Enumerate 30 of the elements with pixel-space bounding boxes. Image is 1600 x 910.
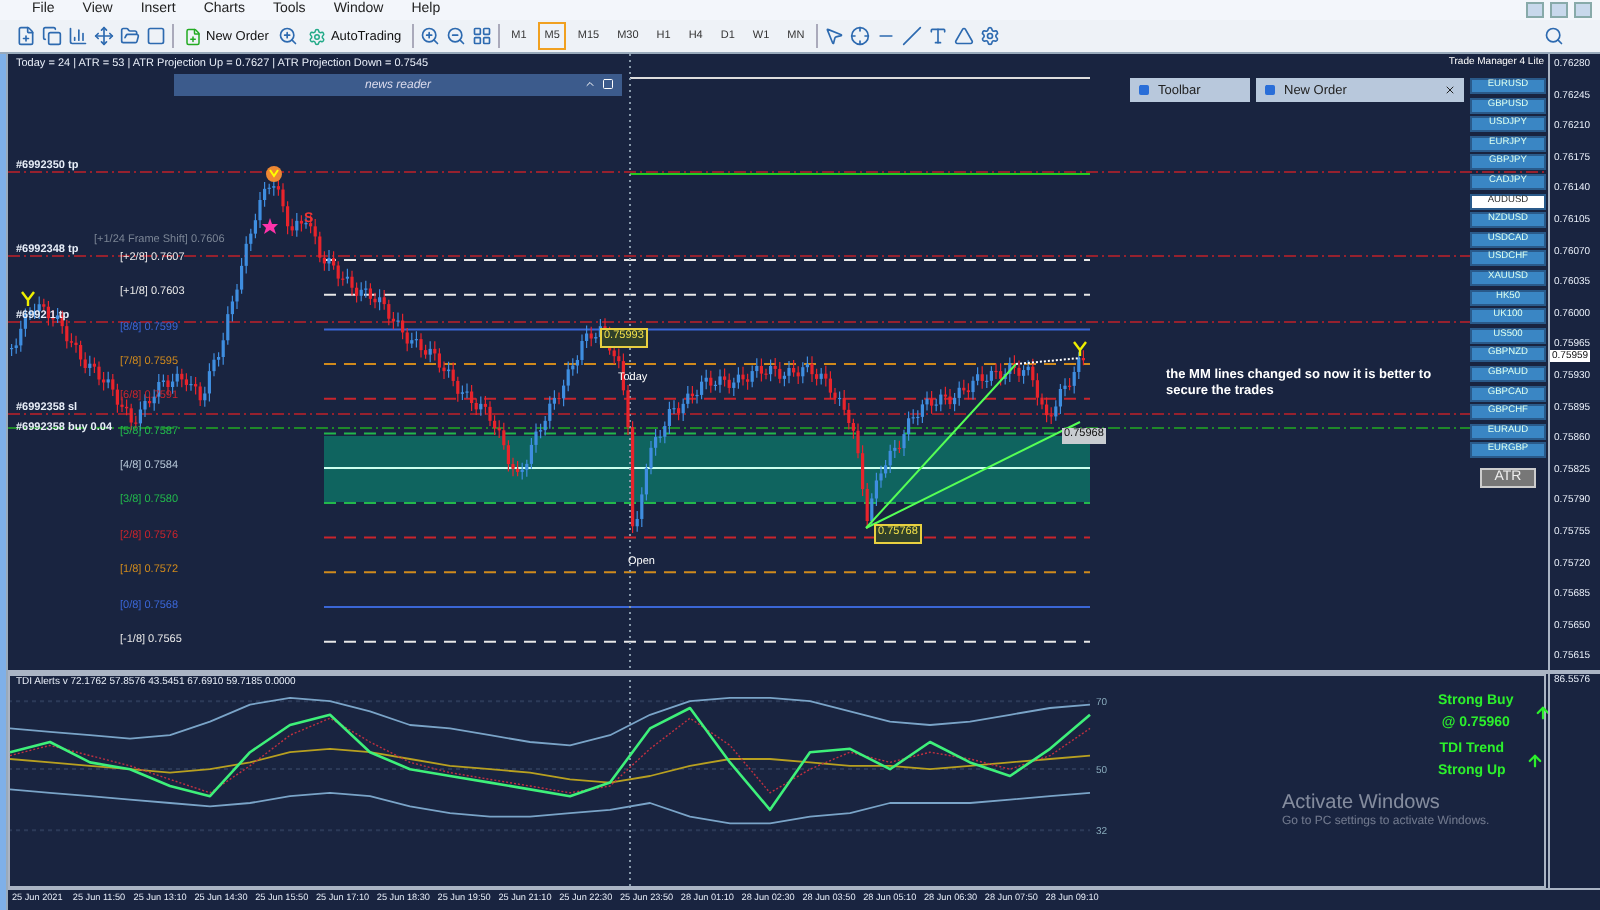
bar-chart-icon[interactable] — [68, 26, 88, 47]
settings-icon[interactable] — [980, 26, 1001, 47]
activation-title: Activate Windows — [1282, 792, 1442, 814]
panel-icon — [1138, 84, 1150, 96]
star-icon — [262, 218, 278, 234]
arrow-marker-icon — [20, 290, 36, 308]
gear-icon — [308, 27, 327, 46]
signal-circle-icon — [266, 166, 282, 182]
file-plus-icon[interactable] — [16, 26, 36, 47]
folder-icon[interactable] — [120, 26, 140, 47]
zoom-out-icon[interactable] — [445, 26, 466, 47]
crosshair-icon[interactable] — [850, 26, 871, 47]
up-arrow-icon — [1525, 751, 1544, 769]
panel-icon — [1264, 84, 1276, 96]
window-icon[interactable] — [602, 78, 614, 90]
trend-line-icon[interactable] — [902, 26, 923, 47]
square-icon[interactable] — [146, 26, 166, 47]
arrow-marker-icon — [1072, 340, 1088, 358]
close-icon[interactable] — [1444, 84, 1456, 96]
search-icon[interactable] — [1544, 26, 1564, 47]
file-plus-icon — [184, 27, 202, 46]
text-icon[interactable] — [928, 26, 949, 47]
copy-icon[interactable] — [42, 26, 62, 47]
triangle-icon[interactable] — [954, 26, 975, 47]
collapse-icon[interactable] — [584, 78, 596, 90]
zoom-in-icon[interactable] — [419, 26, 440, 47]
move-icon[interactable] — [94, 26, 114, 47]
grid-icon[interactable] — [471, 26, 492, 47]
zoom-in-icon[interactable] — [278, 26, 299, 47]
cursor-icon[interactable] — [824, 26, 845, 47]
